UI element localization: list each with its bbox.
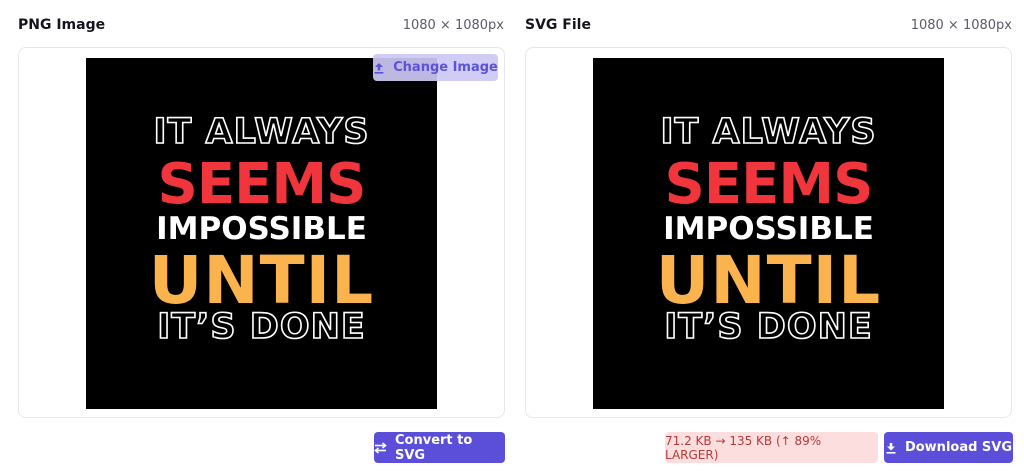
download-svg-button[interactable]: Download SVG: [884, 432, 1013, 463]
svg-preview-card: IT ALWAYS SEEMS IMPOSSIBLE UNTIL IT’S DO…: [525, 47, 1012, 418]
svg-artwork-image: IT ALWAYS SEEMS IMPOSSIBLE UNTIL IT’S DO…: [593, 58, 944, 409]
convert-to-svg-label: Convert to SVG: [395, 432, 473, 463]
art-line-5: IT’S DONE: [156, 306, 366, 348]
png-preview-card: IT ALWAYS SEEMS IMPOSSIBLE UNTIL IT’S DO…: [18, 47, 505, 418]
upload-icon: [373, 62, 385, 74]
download-icon: [885, 442, 897, 454]
change-image-label: Change Image: [393, 60, 498, 75]
art-line-1: IT ALWAYS: [660, 111, 877, 153]
png-dimensions: 1080 × 1080px: [402, 17, 504, 33]
file-size-comparison-badge: 71.2 KB → 135 KB (↑ 89% LARGER): [665, 432, 878, 463]
art-line-1: IT ALWAYS: [153, 111, 370, 153]
svg-dimensions: 1080 × 1080px: [910, 17, 1012, 33]
convert-to-svg-button[interactable]: Convert to SVG: [374, 432, 505, 463]
art-line-2: SEEMS: [157, 152, 367, 217]
svg-panel-header: SVG File 1080 × 1080px: [525, 15, 1012, 35]
download-svg-label: Download SVG: [904, 440, 1013, 455]
png-panel-title: PNG Image: [18, 17, 106, 33]
swap-arrows-icon: [374, 441, 387, 454]
png-artwork-image: IT ALWAYS SEEMS IMPOSSIBLE UNTIL IT’S DO…: [86, 58, 437, 409]
png-panel-header: PNG Image 1080 × 1080px: [18, 15, 504, 35]
art-line-2: SEEMS: [664, 152, 874, 217]
art-line-5: IT’S DONE: [663, 306, 873, 348]
svg-panel-title: SVG File: [525, 17, 591, 33]
change-image-button[interactable]: Change Image: [373, 54, 498, 81]
